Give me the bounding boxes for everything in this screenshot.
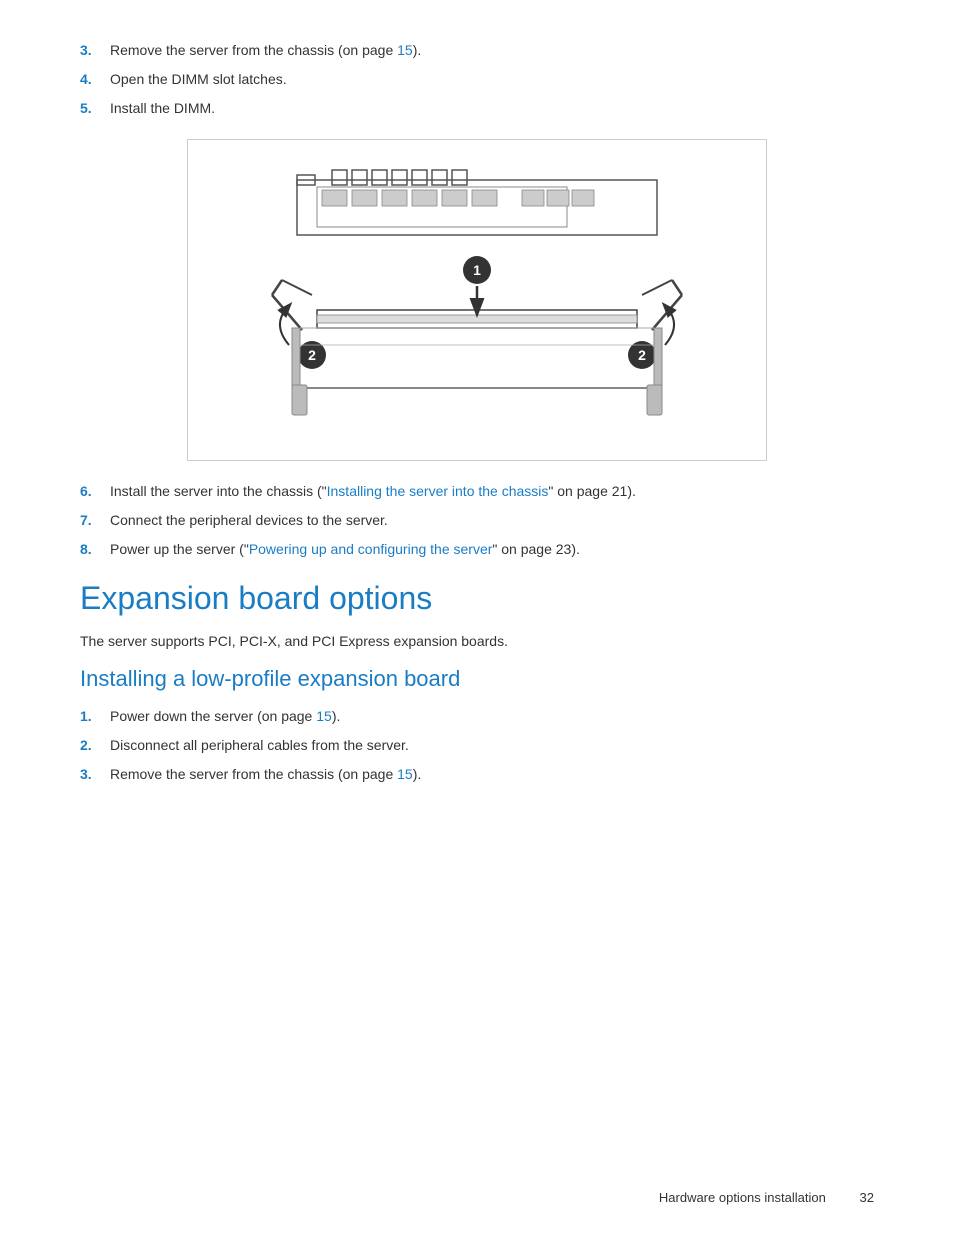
lp-step-1-link[interactable]: 15 xyxy=(316,708,332,724)
lowprofile-steps-list: 1. Power down the server (on page 15). 2… xyxy=(80,706,874,785)
step-5-text: Install the DIMM. xyxy=(110,98,215,119)
svg-text:1: 1 xyxy=(473,262,481,278)
step-5-num: 5. xyxy=(80,98,110,119)
lp-step-3-link[interactable]: 15 xyxy=(397,766,413,782)
lp-step-2-num: 2. xyxy=(80,735,110,756)
step-6-link[interactable]: Installing the server into the chassis xyxy=(327,483,549,499)
section-body: The server supports PCI, PCI-X, and PCI … xyxy=(80,631,874,652)
step-3-text: Remove the server from the chassis (on p… xyxy=(110,40,421,61)
dimm-diagram: 1 2 2 xyxy=(187,139,767,461)
lp-step-2: 2. Disconnect all peripheral cables from… xyxy=(80,735,874,756)
lp-step-2-text: Disconnect all peripheral cables from th… xyxy=(110,735,409,756)
bottom-steps-list: 6. Install the server into the chassis (… xyxy=(80,481,874,560)
svg-text:2: 2 xyxy=(638,347,646,363)
step-7-text: Connect the peripheral devices to the se… xyxy=(110,510,388,531)
step-8-link[interactable]: Powering up and configuring the server xyxy=(249,541,493,557)
subsection-title: Installing a low-profile expansion board xyxy=(80,666,874,692)
step-3: 3. Remove the server from the chassis (o… xyxy=(80,40,874,61)
lp-step-3-num: 3. xyxy=(80,764,110,785)
step-4: 4. Open the DIMM slot latches. xyxy=(80,69,874,90)
top-steps-list: 3. Remove the server from the chassis (o… xyxy=(80,40,874,119)
step-5: 5. Install the DIMM. xyxy=(80,98,874,119)
step-8-text: Power up the server ("Powering up and co… xyxy=(110,539,580,560)
step-8-num: 8. xyxy=(80,539,110,560)
footer-page: 32 xyxy=(860,1190,874,1205)
lp-step-1-num: 1. xyxy=(80,706,110,727)
footer: Hardware options installation 32 xyxy=(659,1190,874,1205)
footer-text: Hardware options installation xyxy=(659,1190,826,1205)
step-4-num: 4. xyxy=(80,69,110,90)
step-6: 6. Install the server into the chassis (… xyxy=(80,481,874,502)
section-title: Expansion board options xyxy=(80,580,874,617)
step-8: 8. Power up the server ("Powering up and… xyxy=(80,539,874,560)
step-3-link[interactable]: 15 xyxy=(397,42,413,58)
footer-divider xyxy=(835,1190,849,1205)
step-6-num: 6. xyxy=(80,481,110,502)
lp-step-3-text: Remove the server from the chassis (on p… xyxy=(110,764,421,785)
step-4-text: Open the DIMM slot latches. xyxy=(110,69,287,90)
step-3-num: 3. xyxy=(80,40,110,61)
step-7: 7. Connect the peripheral devices to the… xyxy=(80,510,874,531)
lp-step-3: 3. Remove the server from the chassis (o… xyxy=(80,764,874,785)
lp-step-1-text: Power down the server (on page 15). xyxy=(110,706,340,727)
dimm-diagram-svg: 1 2 2 xyxy=(217,160,737,440)
svg-text:2: 2 xyxy=(308,347,316,363)
step-6-text: Install the server into the chassis ("In… xyxy=(110,481,636,502)
step-7-num: 7. xyxy=(80,510,110,531)
lp-step-1: 1. Power down the server (on page 15). xyxy=(80,706,874,727)
